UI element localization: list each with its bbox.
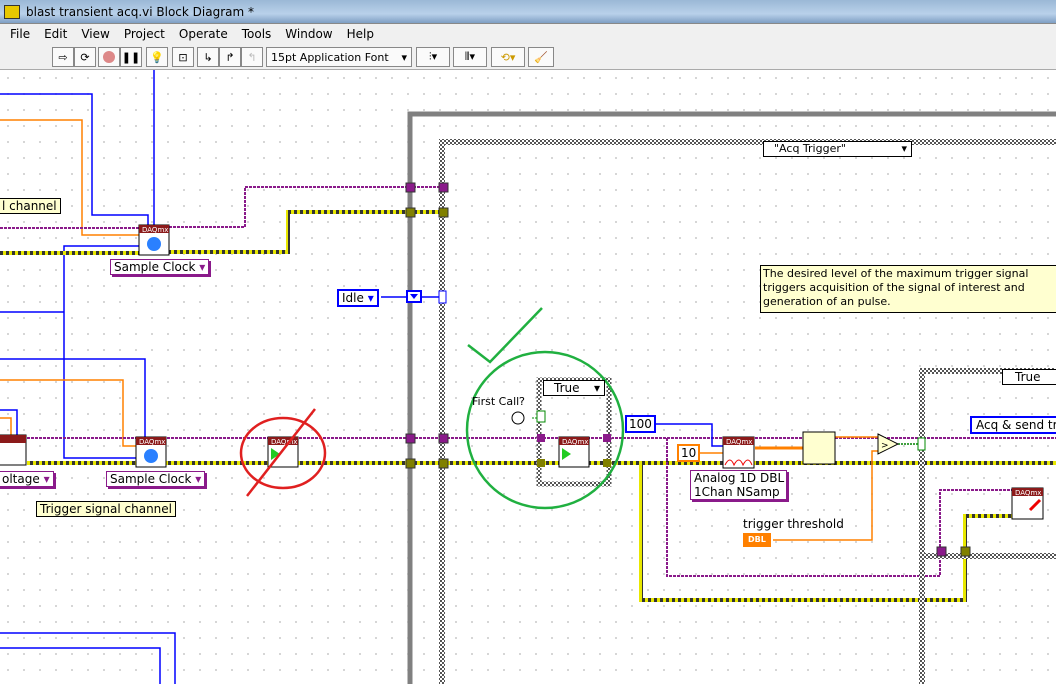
pause-icon[interactable]: ❚❚ bbox=[120, 47, 142, 67]
svg-text:DAQmx: DAQmx bbox=[1015, 489, 1041, 497]
constant-10[interactable]: 10 bbox=[677, 444, 701, 462]
chevron-down-icon: ▾ bbox=[401, 50, 407, 64]
step-into-icon[interactable]: ↳ bbox=[197, 47, 219, 67]
menu-tools[interactable]: Tools bbox=[235, 27, 279, 41]
array-max-min-node bbox=[802, 431, 836, 465]
menu-edit[interactable]: Edit bbox=[37, 27, 74, 41]
step-out-icon[interactable]: ↰ bbox=[241, 47, 263, 67]
cleanup-icon[interactable]: 🧹 bbox=[528, 47, 554, 67]
enum-wire bbox=[63, 245, 139, 459]
channel-label: l channel bbox=[0, 198, 61, 214]
read-type-selector[interactable]: Analog 1D DBL 1Chan NSamp bbox=[690, 470, 787, 500]
acq-send-enum-constant[interactable]: Acq & send tr bbox=[970, 416, 1056, 434]
svg-text:>: > bbox=[881, 441, 889, 451]
read-type-line2: 1Chan NSamp bbox=[694, 485, 780, 499]
distribute-icon[interactable]: ⫴▾ bbox=[453, 47, 487, 67]
run-arrow-icon[interactable]: ⇨ bbox=[52, 47, 74, 67]
menu-view[interactable]: View bbox=[74, 27, 116, 41]
first-call-node bbox=[511, 411, 525, 425]
font-selector-value: 15pt Application Font bbox=[271, 50, 389, 64]
retain-wire-values-icon[interactable]: ⊡ bbox=[172, 47, 194, 67]
inner-case-value: True bbox=[554, 381, 580, 395]
menu-project[interactable]: Project bbox=[117, 27, 172, 41]
sample-clock-value: Sample Clock bbox=[110, 472, 192, 486]
voltage-selector[interactable]: oltage ▾ bbox=[0, 471, 54, 487]
svg-text:DAQmx: DAQmx bbox=[562, 438, 588, 446]
sample-clock-selector[interactable]: Sample Clock ▾ bbox=[106, 471, 206, 487]
menu-window[interactable]: Window bbox=[278, 27, 339, 41]
error-wire bbox=[0, 210, 443, 255]
title-bar: blast transient acq.vi Block Diagram * bbox=[0, 0, 1056, 23]
svg-text:DAQmx: DAQmx bbox=[142, 226, 168, 234]
sample-clock-selector[interactable]: Sample Clock ▾ bbox=[110, 259, 210, 275]
toolbar: ⇨ ⟳ ❚❚ 💡 ⊡ ↳ ↱ ↰ 15pt Application Font ▾ … bbox=[0, 44, 1056, 70]
inner-case-selector[interactable]: True ▾ bbox=[543, 380, 605, 396]
idle-value: Idle bbox=[342, 291, 364, 305]
numeric-wire bbox=[0, 119, 139, 236]
highlight-execution-icon[interactable]: 💡 bbox=[146, 47, 168, 67]
menu-file[interactable]: File bbox=[3, 27, 37, 41]
labview-vi-icon bbox=[4, 4, 20, 19]
block-diagram-canvas[interactable]: DAQmx DAQmx DAQmx DAQmx DAQmx DAQmx > l cha… bbox=[0, 70, 1056, 684]
font-selector[interactable]: 15pt Application Font ▾ bbox=[266, 47, 412, 67]
trigger-threshold-control[interactable]: DBL bbox=[743, 533, 771, 547]
menu-operate[interactable]: Operate bbox=[172, 27, 235, 41]
read-type-line1: Analog 1D DBL bbox=[694, 471, 785, 485]
svg-text:DAQmx: DAQmx bbox=[139, 438, 165, 446]
constant-100[interactable]: 100 bbox=[625, 415, 656, 433]
case-selector-value: "Acq Trigger" bbox=[774, 142, 846, 155]
align-icon[interactable]: ⫶▾ bbox=[416, 47, 450, 67]
wires bbox=[0, 70, 1056, 684]
abort-icon[interactable] bbox=[98, 47, 120, 67]
right-case-selector[interactable]: True bbox=[1002, 369, 1056, 385]
right-case-value: True bbox=[1015, 370, 1041, 384]
diagram-svg: DAQmx DAQmx DAQmx DAQmx DAQmx DAQmx > bbox=[0, 70, 1056, 684]
run-continuously-icon[interactable]: ⟳ bbox=[74, 47, 96, 67]
case-structure-border bbox=[439, 139, 1056, 684]
task-wire bbox=[0, 186, 443, 229]
window-title: blast transient acq.vi Block Diagram * bbox=[26, 4, 255, 19]
sample-clock-value: Sample Clock bbox=[114, 260, 196, 274]
menu-bar: File Edit View Project Operate Tools Win… bbox=[0, 23, 1056, 44]
comment-box: The desired level of the maximum trigger… bbox=[760, 265, 1056, 313]
case-selector[interactable]: "Acq Trigger" ▾ bbox=[763, 141, 912, 157]
trigger-threshold-label: trigger threshold bbox=[743, 517, 844, 531]
first-call-label: First Call? bbox=[472, 395, 526, 408]
step-over-icon[interactable]: ↱ bbox=[219, 47, 241, 67]
svg-text:DAQmx: DAQmx bbox=[271, 438, 297, 446]
svg-text:DAQmx: DAQmx bbox=[726, 438, 752, 446]
menu-help[interactable]: Help bbox=[340, 27, 381, 41]
trigger-channel-label: Trigger signal channel bbox=[36, 501, 176, 517]
idle-enum-constant[interactable]: Idle ▾ bbox=[337, 289, 379, 307]
voltage-value: oltage bbox=[2, 472, 40, 486]
reorder-icon[interactable]: ⟲▾ bbox=[491, 47, 525, 67]
